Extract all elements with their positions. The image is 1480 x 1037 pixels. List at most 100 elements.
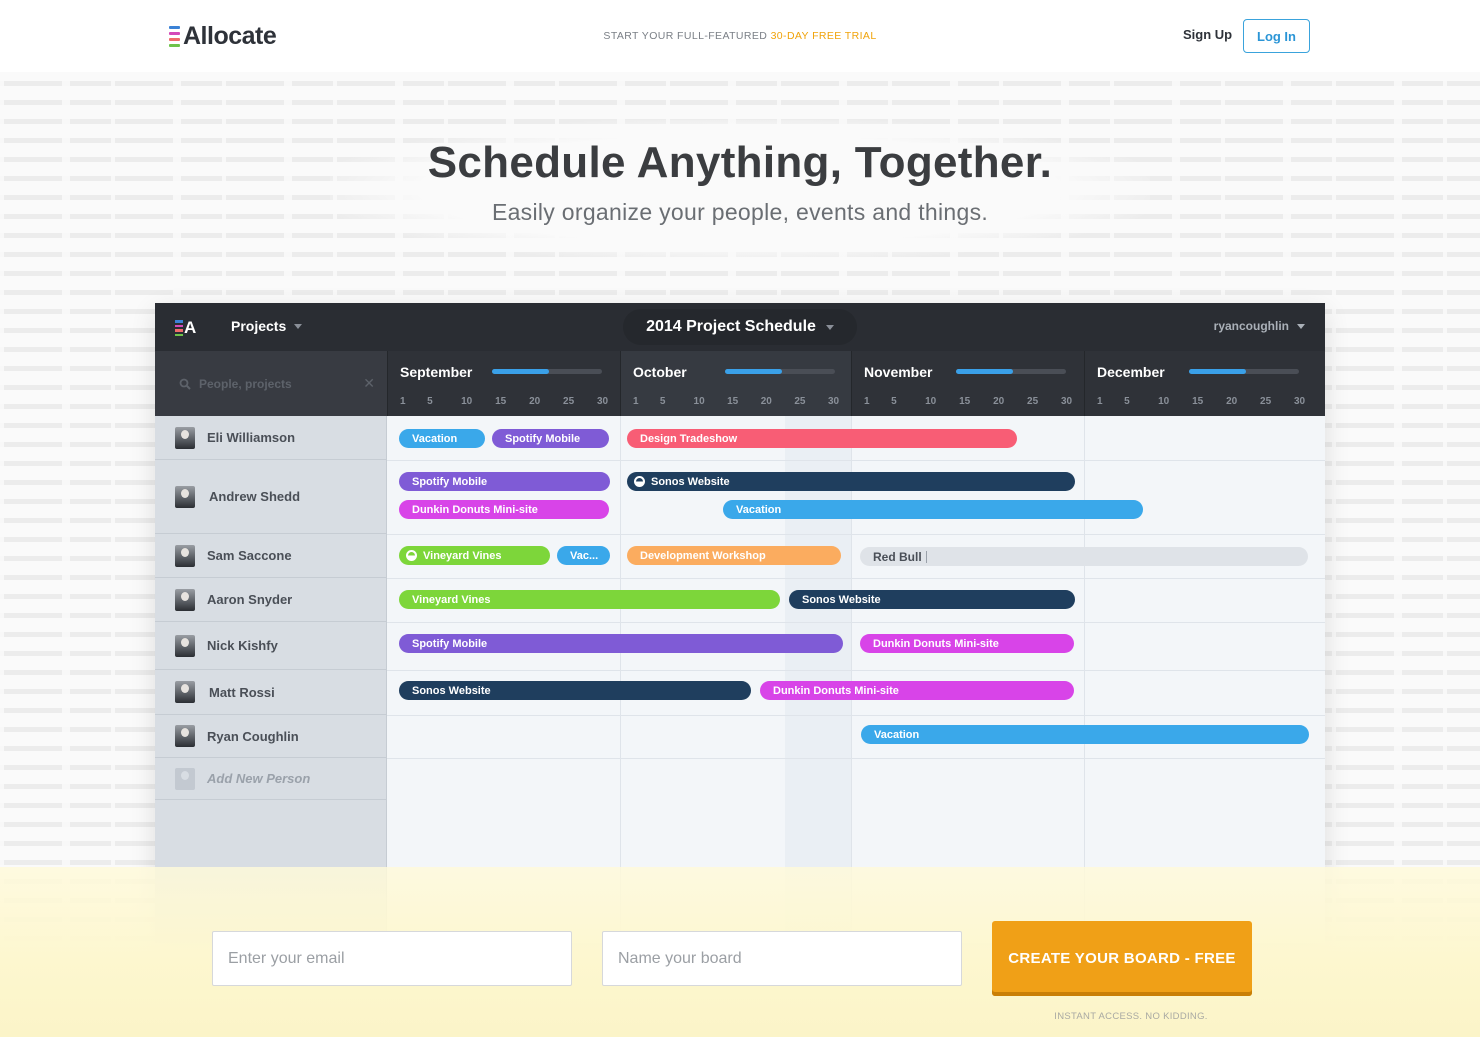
- person-row[interactable]: Eli Williamson: [155, 416, 387, 460]
- month-name: December: [1097, 364, 1165, 380]
- trial-highlight: 30-DAY FREE TRIAL: [770, 30, 877, 42]
- day-tick: 25: [1027, 396, 1039, 407]
- schedule-bar[interactable]: Dunkin Donuts Mini-site: [760, 681, 1074, 700]
- avatar: [175, 634, 195, 657]
- sidebar-search-area: People, projects ✕: [155, 351, 387, 416]
- log-in-button[interactable]: Log In: [1243, 19, 1310, 53]
- search-placeholder: People, projects: [199, 377, 292, 391]
- projects-menu[interactable]: Projects: [231, 318, 303, 334]
- schedule-bar[interactable]: Dunkin Donuts Mini-site: [860, 634, 1074, 653]
- schedule-bar[interactable]: Sonos Website: [789, 590, 1075, 609]
- create-board-button[interactable]: CREATE YOUR BOARD - FREE: [992, 921, 1252, 996]
- month-divider: [851, 416, 852, 943]
- text-cursor: [925, 550, 927, 563]
- person-row[interactable]: Ryan Coughlin: [155, 715, 387, 758]
- person-row[interactable]: Aaron Snyder: [155, 578, 387, 622]
- schedule-bar[interactable]: Development Workshop: [627, 546, 841, 565]
- person-row[interactable]: Matt Rossi: [155, 670, 387, 715]
- month-december[interactable]: December 1 5 10 15 20 25 30: [1084, 351, 1325, 416]
- day-tick: 20: [760, 396, 772, 407]
- person-row[interactable]: Andrew Shedd: [155, 460, 387, 534]
- row-divider: [387, 460, 1325, 461]
- schedule-bar[interactable]: Sonos Website: [627, 472, 1075, 491]
- search-field[interactable]: People, projects: [179, 377, 292, 391]
- schedule-bar[interactable]: Vineyard Vines: [399, 546, 550, 565]
- projects-label: Projects: [231, 318, 287, 334]
- avatar: [175, 725, 195, 747]
- day-ticks: 1 5 10 15 20 25 30: [852, 396, 1084, 410]
- app-logo-icon[interactable]: A: [175, 318, 196, 338]
- app-toolbar: A Projects 2014 Project Schedule ryancou…: [155, 303, 1325, 351]
- app-logo-letter: A: [184, 318, 197, 337]
- day-ticks: 1 5 10 15 20 25 30: [1085, 396, 1325, 410]
- schedule-selector[interactable]: 2014 Project Schedule: [623, 309, 857, 345]
- schedule-bar[interactable]: Dunkin Donuts Mini-site: [399, 500, 609, 519]
- schedule-bar[interactable]: Vacation: [723, 500, 1143, 519]
- day-tick: 10: [925, 396, 937, 407]
- schedule-bar[interactable]: Spotify Mobile: [492, 429, 609, 448]
- day-tick: 5: [891, 396, 897, 407]
- schedule-bar[interactable]: Vac...: [557, 546, 610, 565]
- bar-label: Sonos Website: [651, 475, 730, 488]
- schedule-bar[interactable]: Spotify Mobile: [399, 472, 610, 491]
- month-name: September: [400, 364, 473, 380]
- day-tick: 1: [400, 396, 406, 407]
- person-name: Nick Kishfy: [207, 638, 278, 653]
- schedule-bar[interactable]: Spotify Mobile: [399, 634, 843, 653]
- person-name: Eli Williamson: [207, 430, 296, 445]
- schedule-title: 2014 Project Schedule: [646, 318, 816, 335]
- chevron-down-icon: [294, 323, 303, 329]
- month-divider: [1084, 416, 1085, 943]
- day-tick: 15: [495, 396, 507, 407]
- half-circle-icon: [634, 476, 645, 487]
- schedule-bar[interactable]: Vacation: [861, 725, 1309, 744]
- month-september[interactable]: September 1 5 10 15 20 25 30: [387, 351, 620, 416]
- month-november[interactable]: November 1 5 10 15 20 25 30: [851, 351, 1084, 416]
- board-name-field[interactable]: [602, 931, 962, 986]
- new-event-input[interactable]: Red Bull: [860, 547, 1308, 566]
- avatar: [175, 544, 195, 567]
- sign-up-link[interactable]: Sign Up: [1183, 27, 1232, 42]
- day-tick: 10: [461, 396, 473, 407]
- month-october[interactable]: October 1 5 10 15 20 25 30: [620, 351, 851, 416]
- schedule-bar[interactable]: Sonos Website: [399, 681, 751, 700]
- day-ticks: 1 5 10 15 20 25 30: [621, 396, 851, 410]
- bar-label: Spotify Mobile: [412, 475, 488, 488]
- row-divider: [387, 670, 1325, 671]
- row-divider: [387, 758, 1325, 759]
- bar-label: Design Tradeshow: [640, 432, 738, 445]
- add-person-button[interactable]: Add New Person: [155, 758, 387, 800]
- bar-label: Vacation: [736, 503, 782, 516]
- month-progress: [492, 369, 602, 374]
- avatar: [175, 426, 195, 449]
- day-tick: 1: [633, 396, 639, 407]
- avatar: [175, 588, 195, 611]
- month-progress: [1189, 369, 1299, 374]
- schedule-bar[interactable]: Design Tradeshow: [627, 429, 1017, 448]
- username: ryancoughlin: [1213, 319, 1289, 333]
- month-divider: [620, 416, 621, 943]
- day-tick: 10: [1158, 396, 1170, 407]
- day-tick: 25: [1260, 396, 1272, 407]
- day-tick: 30: [1294, 396, 1306, 407]
- email-field[interactable]: [212, 931, 572, 986]
- day-tick: 30: [597, 396, 609, 407]
- user-menu[interactable]: ryancoughlin: [1214, 319, 1305, 333]
- person-row[interactable]: Nick Kishfy: [155, 622, 387, 670]
- person-name: Andrew Shedd: [209, 489, 301, 504]
- schedule-bar[interactable]: Vacation: [399, 429, 485, 448]
- schedule-bar[interactable]: Vineyard Vines: [399, 590, 780, 609]
- person-row[interactable]: Sam Saccone: [155, 534, 387, 578]
- row-divider: [387, 622, 1325, 623]
- bar-label: Vac...: [570, 549, 599, 562]
- bar-label: Sonos Website: [412, 684, 491, 697]
- day-tick: 1: [1097, 396, 1103, 407]
- row-divider: [387, 578, 1325, 579]
- bar-label: Vineyard Vines: [412, 593, 491, 606]
- day-tick: 30: [828, 396, 840, 407]
- clear-search-icon[interactable]: ✕: [363, 375, 375, 392]
- app-screenshot: A Projects 2014 Project Schedule ryancou…: [155, 303, 1325, 943]
- day-tick: 15: [1192, 396, 1204, 407]
- month-progress-fill: [725, 369, 783, 374]
- chevron-down-icon: [1297, 323, 1305, 329]
